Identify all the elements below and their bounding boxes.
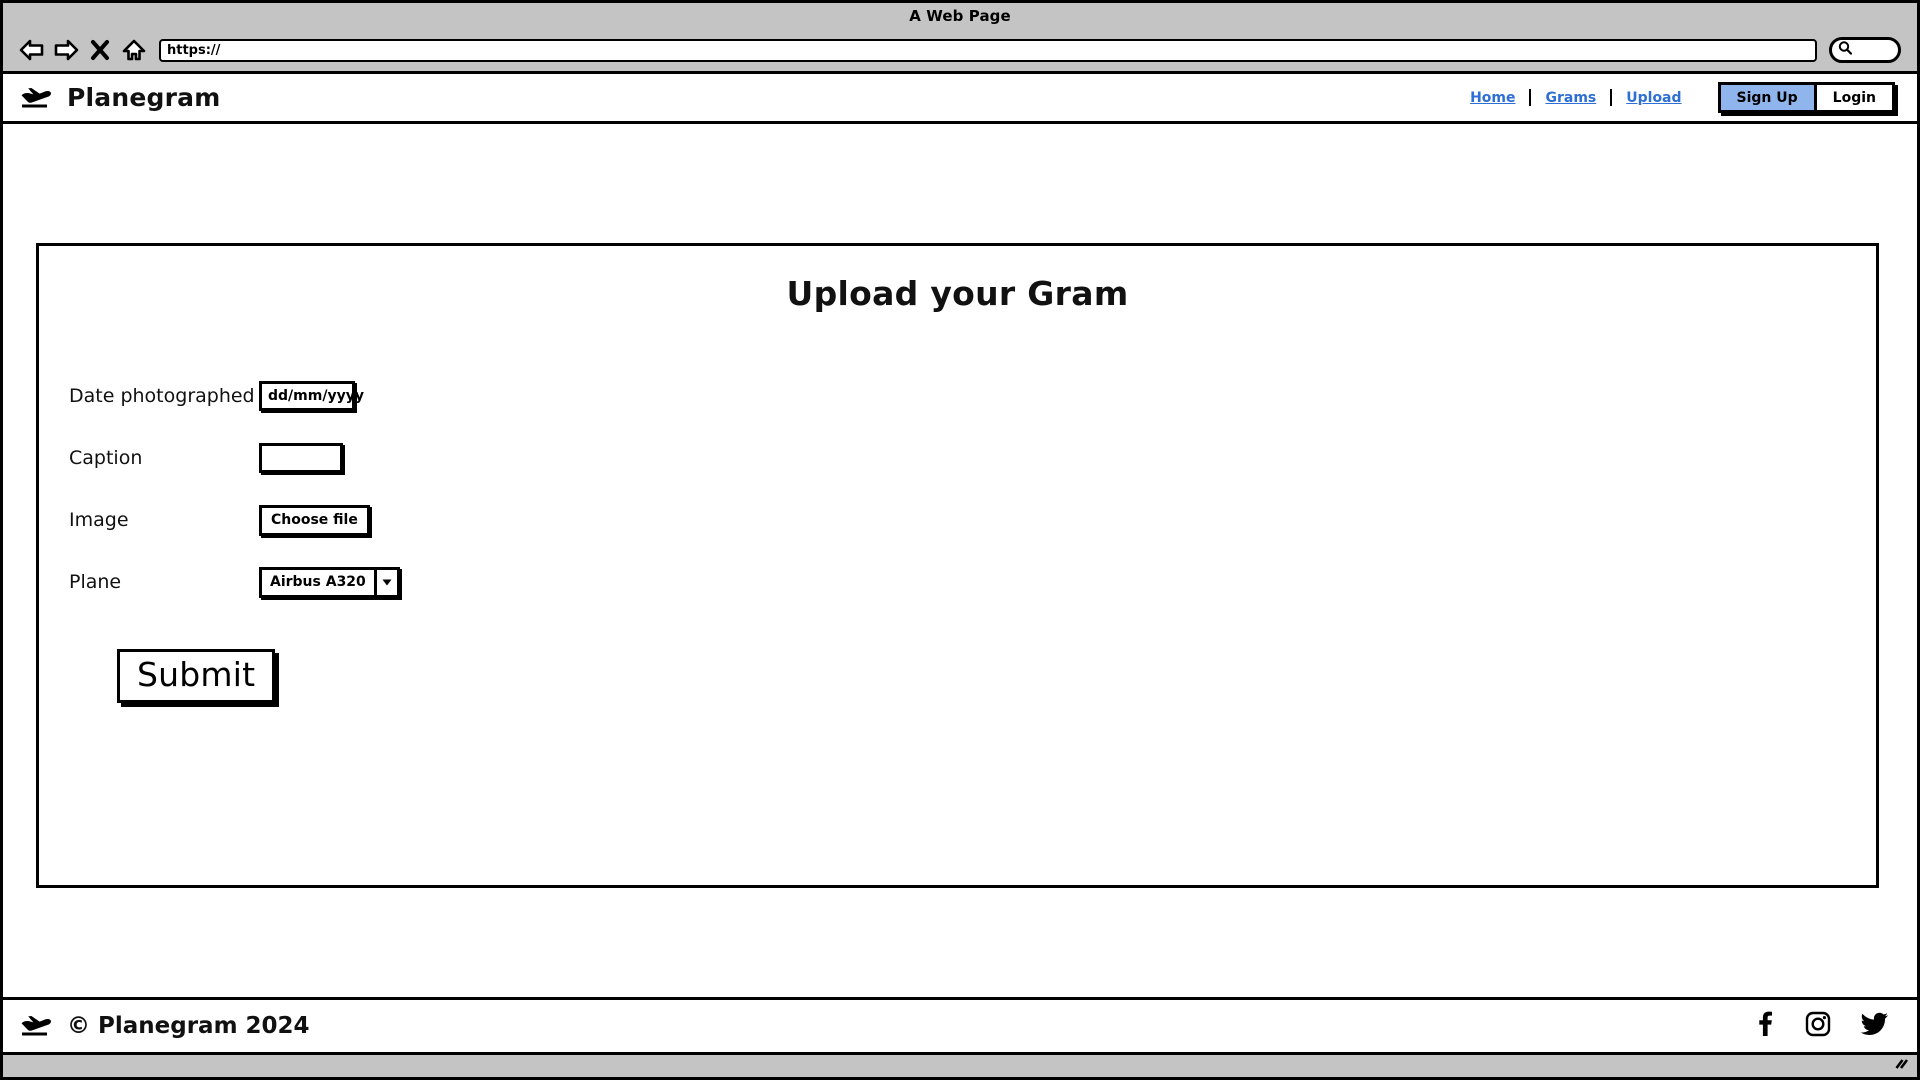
home-icon (121, 38, 147, 62)
date-photographed-input[interactable]: dd/mm/yyyy (259, 381, 364, 411)
caption-input[interactable] (259, 443, 343, 473)
nav-link-home[interactable]: Home (1456, 90, 1529, 106)
twitter-icon[interactable] (1860, 1012, 1889, 1040)
instagram-icon[interactable] (1805, 1011, 1831, 1041)
auth-button-group: Sign Up Login (1717, 82, 1895, 113)
forward-arrow-icon (53, 38, 79, 62)
site-footer: © Planegram 2024 (3, 997, 1917, 1052)
page-title: Upload your Gram (786, 274, 1129, 313)
resize-grip-icon[interactable] (1887, 1056, 1909, 1076)
label-image: Image (69, 509, 129, 531)
chevron-down-icon (377, 570, 397, 595)
back-arrow-icon (19, 38, 45, 62)
plane-select-value: Airbus A320 (262, 569, 377, 595)
form-row-plane: Plane Airbus A320 (69, 551, 1876, 613)
label-caption: Caption (69, 447, 143, 469)
brand-name: Planegram (67, 83, 221, 112)
stop-button[interactable] (83, 35, 117, 65)
label-plane: Plane (69, 571, 122, 593)
plane-takeoff-icon (19, 1011, 53, 1041)
url-text: https:// (167, 42, 221, 58)
page-main: Upload your Gram Date photographed dd/mm… (3, 124, 1917, 997)
field-caption (259, 443, 343, 473)
form-row-date: Date photographed dd/mm/yyyy (69, 365, 1876, 427)
site-navbar: Planegram Home Grams Upload Sign Up Logi… (3, 74, 1917, 124)
submit-button[interactable]: Submit (117, 649, 276, 703)
browser-title: A Web Page (909, 7, 1011, 25)
browser-search-box[interactable] (1829, 37, 1901, 63)
date-photographed-value: dd/mm/yyyy (268, 388, 364, 404)
brand[interactable]: Planegram (19, 83, 220, 113)
form-row-caption: Caption (69, 427, 1876, 489)
upload-form-card: Upload your Gram Date photographed dd/mm… (36, 243, 1879, 888)
sign-up-button[interactable]: Sign Up (1720, 85, 1817, 110)
plane-takeoff-icon (19, 83, 53, 113)
plane-select[interactable]: Airbus A320 (259, 566, 400, 598)
field-image: Choose file (259, 504, 370, 536)
choose-file-button[interactable]: Choose file (259, 504, 370, 536)
nav-link-upload[interactable]: Upload (1612, 90, 1695, 106)
social-links (1755, 1011, 1889, 1041)
field-plane: Airbus A320 (259, 566, 400, 598)
home-button[interactable] (117, 35, 151, 65)
browser-toolbar: https:// (3, 29, 1917, 71)
search-icon (1837, 40, 1853, 60)
login-button[interactable]: Login (1816, 85, 1892, 110)
upload-form: Date photographed dd/mm/yyyy Caption Ima… (39, 365, 1876, 703)
nav-links: Home Grams Upload (1456, 89, 1695, 106)
browser-title-bar: A Web Page (3, 3, 1917, 29)
back-button[interactable] (15, 35, 49, 65)
browser-window: A Web Page https:// Planegram Home Grams… (0, 0, 1920, 1080)
page-viewport: Planegram Home Grams Upload Sign Up Logi… (3, 71, 1917, 1055)
navbar-right: Home Grams Upload Sign Up Login (1456, 82, 1895, 113)
form-row-image: Image Choose file (69, 489, 1876, 551)
facebook-icon[interactable] (1755, 1011, 1775, 1041)
url-bar[interactable]: https:// (159, 38, 1817, 62)
window-bottom-bar (3, 1055, 1917, 1077)
nav-link-grams[interactable]: Grams (1531, 90, 1610, 106)
footer-copyright: © Planegram 2024 (67, 1013, 310, 1039)
forward-button[interactable] (49, 35, 83, 65)
close-x-icon (90, 39, 110, 61)
submit-wrap: Submit (69, 649, 1876, 703)
field-date-photographed: dd/mm/yyyy (259, 381, 364, 411)
label-date-photographed: Date photographed (69, 385, 255, 407)
footer-left: © Planegram 2024 (19, 1011, 310, 1041)
